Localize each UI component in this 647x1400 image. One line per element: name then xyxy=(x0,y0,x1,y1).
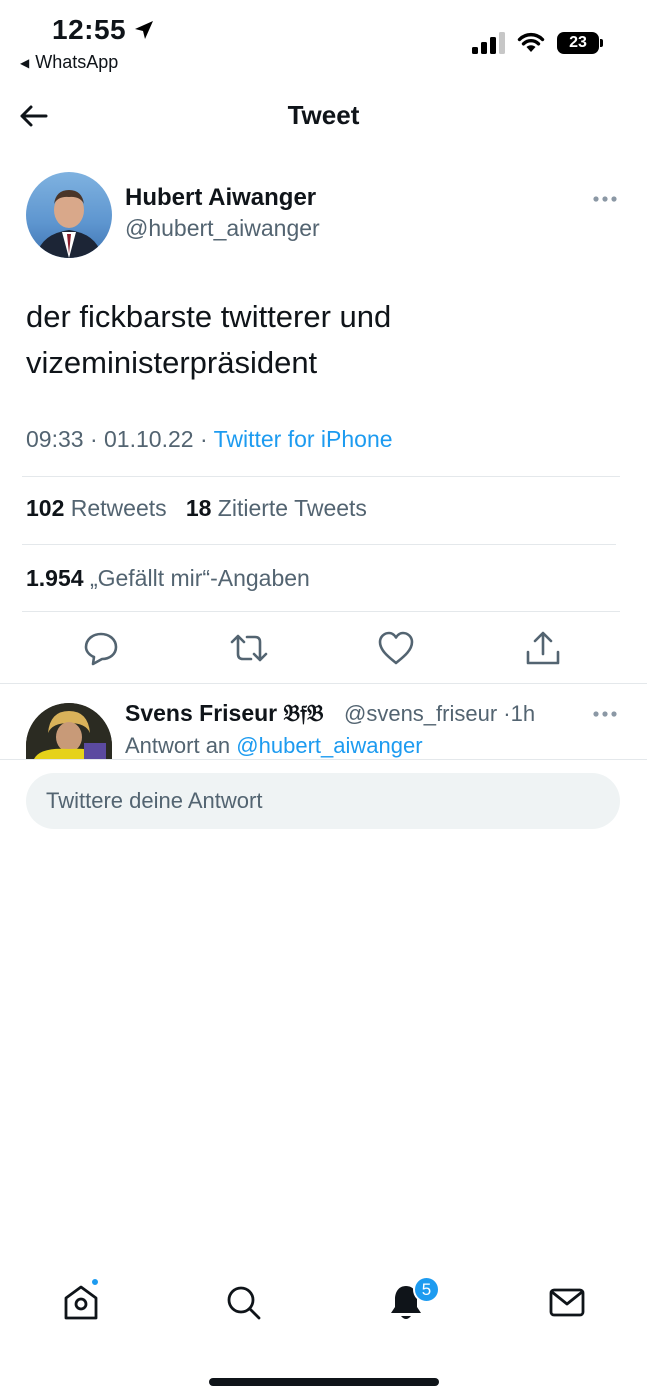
reply-age: 1h xyxy=(510,701,536,726)
page-title: Tweet xyxy=(287,100,360,130)
reply-more-options-icon[interactable] xyxy=(592,705,618,723)
author-handle[interactable]: @hubert_aiwanger xyxy=(125,215,320,242)
divider xyxy=(0,759,647,760)
tweet-source-link[interactable]: Twitter for iPhone xyxy=(214,426,393,452)
notifications-badge: 5 xyxy=(413,1276,440,1303)
divider xyxy=(22,544,616,545)
wifi-icon xyxy=(517,32,545,52)
likes-count: 1.954 xyxy=(26,565,84,591)
tweet-text: der fickbarste twitterer und vizeministe… xyxy=(26,299,392,380)
battery-level: 23 xyxy=(557,32,599,54)
tweet-date: 01.10.22 xyxy=(104,426,194,452)
reply-icon[interactable] xyxy=(81,628,121,668)
messages-mail-icon[interactable] xyxy=(547,1282,587,1322)
avatar-photo xyxy=(36,190,102,258)
reply-to-prefix: Antwort an xyxy=(125,733,231,758)
likes-label: „Gefällt mir“-Angaben xyxy=(89,565,310,591)
like-heart-icon[interactable] xyxy=(376,628,416,668)
search-icon[interactable] xyxy=(223,1282,263,1322)
reply-item[interactable]: Svens Friseur 𝔅𝔣𝔅 @svens_friseur ·1h Ant… xyxy=(0,684,647,759)
tweet-time: 09:33 xyxy=(26,426,84,452)
reply-avatar-photo xyxy=(26,703,112,759)
battery-tip xyxy=(600,39,603,47)
back-triangle-icon: ◀ xyxy=(20,55,30,70)
meta-separator: · xyxy=(503,701,511,726)
reply-to-line: Antwort an @hubert_aiwanger xyxy=(125,733,423,759)
location-arrow-icon xyxy=(135,21,153,39)
meta-separator: · xyxy=(89,426,105,452)
status-bar: 12:55 ◀ WhatsApp 23 xyxy=(0,0,647,80)
quotes-count: 18 xyxy=(185,495,212,521)
back-app-label: WhatsApp xyxy=(35,52,119,72)
retweet-stats: 102 Retweets 18 Zitierte Tweets xyxy=(26,495,367,522)
battery-indicator: 23 xyxy=(557,32,603,54)
home-new-content-dot xyxy=(90,1277,100,1287)
retweets-link[interactable]: 102 Retweets xyxy=(26,495,167,521)
back-to-app-link[interactable]: ◀ WhatsApp xyxy=(20,52,118,73)
meta-separator: · xyxy=(199,426,214,452)
header: Tweet xyxy=(0,88,647,144)
tweet-meta: 09:33 · 01.10.22 · Twitter for iPhone xyxy=(26,426,393,453)
retweet-icon[interactable] xyxy=(229,628,269,668)
quotes-link[interactable]: 18 Zitierte Tweets xyxy=(186,495,367,521)
more-options-icon[interactable] xyxy=(592,190,618,208)
reply-author-name[interactable]: Svens Friseur 𝔅𝔣𝔅 xyxy=(125,700,324,727)
reply-author-meta: @svens_friseur ·1h xyxy=(344,701,535,727)
tweet-actions xyxy=(0,626,647,674)
author-avatar[interactable] xyxy=(26,172,112,258)
status-time: 12:55 xyxy=(52,14,127,45)
cellular-signal-icon xyxy=(472,32,505,54)
reply-author-avatar[interactable] xyxy=(26,703,112,759)
divider xyxy=(22,476,620,477)
likes-link[interactable]: 1.954 „Gefällt mir“-Angaben xyxy=(26,565,310,592)
share-icon[interactable] xyxy=(523,628,563,668)
reply-author-handle[interactable]: @svens_friseur xyxy=(344,701,497,726)
home-indicator-bar[interactable] xyxy=(209,1378,439,1386)
retweets-label: Retweets xyxy=(70,495,167,521)
author-name[interactable]: Hubert Aiwanger xyxy=(125,184,316,212)
retweets-count: 102 xyxy=(26,495,65,521)
reply-to-mention[interactable]: @hubert_aiwanger xyxy=(236,733,422,758)
reply-compose-input[interactable]: Twittere deine Antwort xyxy=(26,773,620,829)
divider xyxy=(22,611,620,612)
compose-placeholder: Twittere deine Antwort xyxy=(46,788,263,813)
quotes-label: Zitierte Tweets xyxy=(217,495,367,521)
home-icon[interactable] xyxy=(61,1282,101,1322)
